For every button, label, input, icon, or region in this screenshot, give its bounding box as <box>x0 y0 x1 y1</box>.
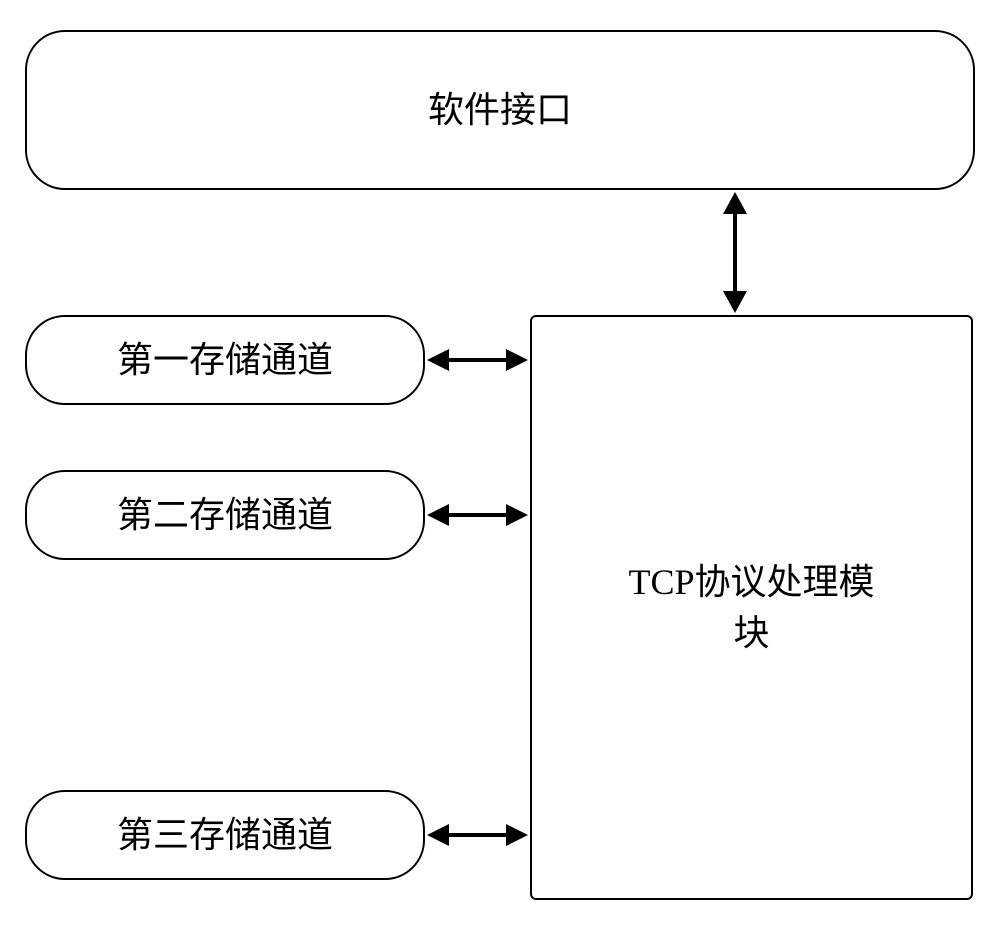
software-interface-box: 软件接口 <box>25 30 975 190</box>
storage-channel-2-box: 第二存储通道 <box>25 470 425 560</box>
horizontal-double-arrow-icon <box>427 817 528 853</box>
storage-channel-3-box: 第三存储通道 <box>25 790 425 880</box>
horizontal-double-arrow-icon <box>427 497 528 533</box>
tcp-processing-module-box: TCP协议处理模块 <box>530 315 973 900</box>
vertical-double-arrow-icon <box>715 192 755 313</box>
storage-channel-3-label: 第三存储通道 <box>117 810 333 860</box>
storage-channel-1-label: 第一存储通道 <box>117 335 333 385</box>
storage-channel-1-box: 第一存储通道 <box>25 315 425 405</box>
horizontal-double-arrow-icon <box>427 342 528 378</box>
storage-channel-2-label: 第二存储通道 <box>117 490 333 540</box>
software-interface-label: 软件接口 <box>428 85 572 135</box>
architecture-diagram: 软件接口 TCP协议处理模块 第一存储通道 第二存储通道 <box>0 0 1000 946</box>
tcp-processing-module-label: TCP协议处理模块 <box>612 557 892 658</box>
